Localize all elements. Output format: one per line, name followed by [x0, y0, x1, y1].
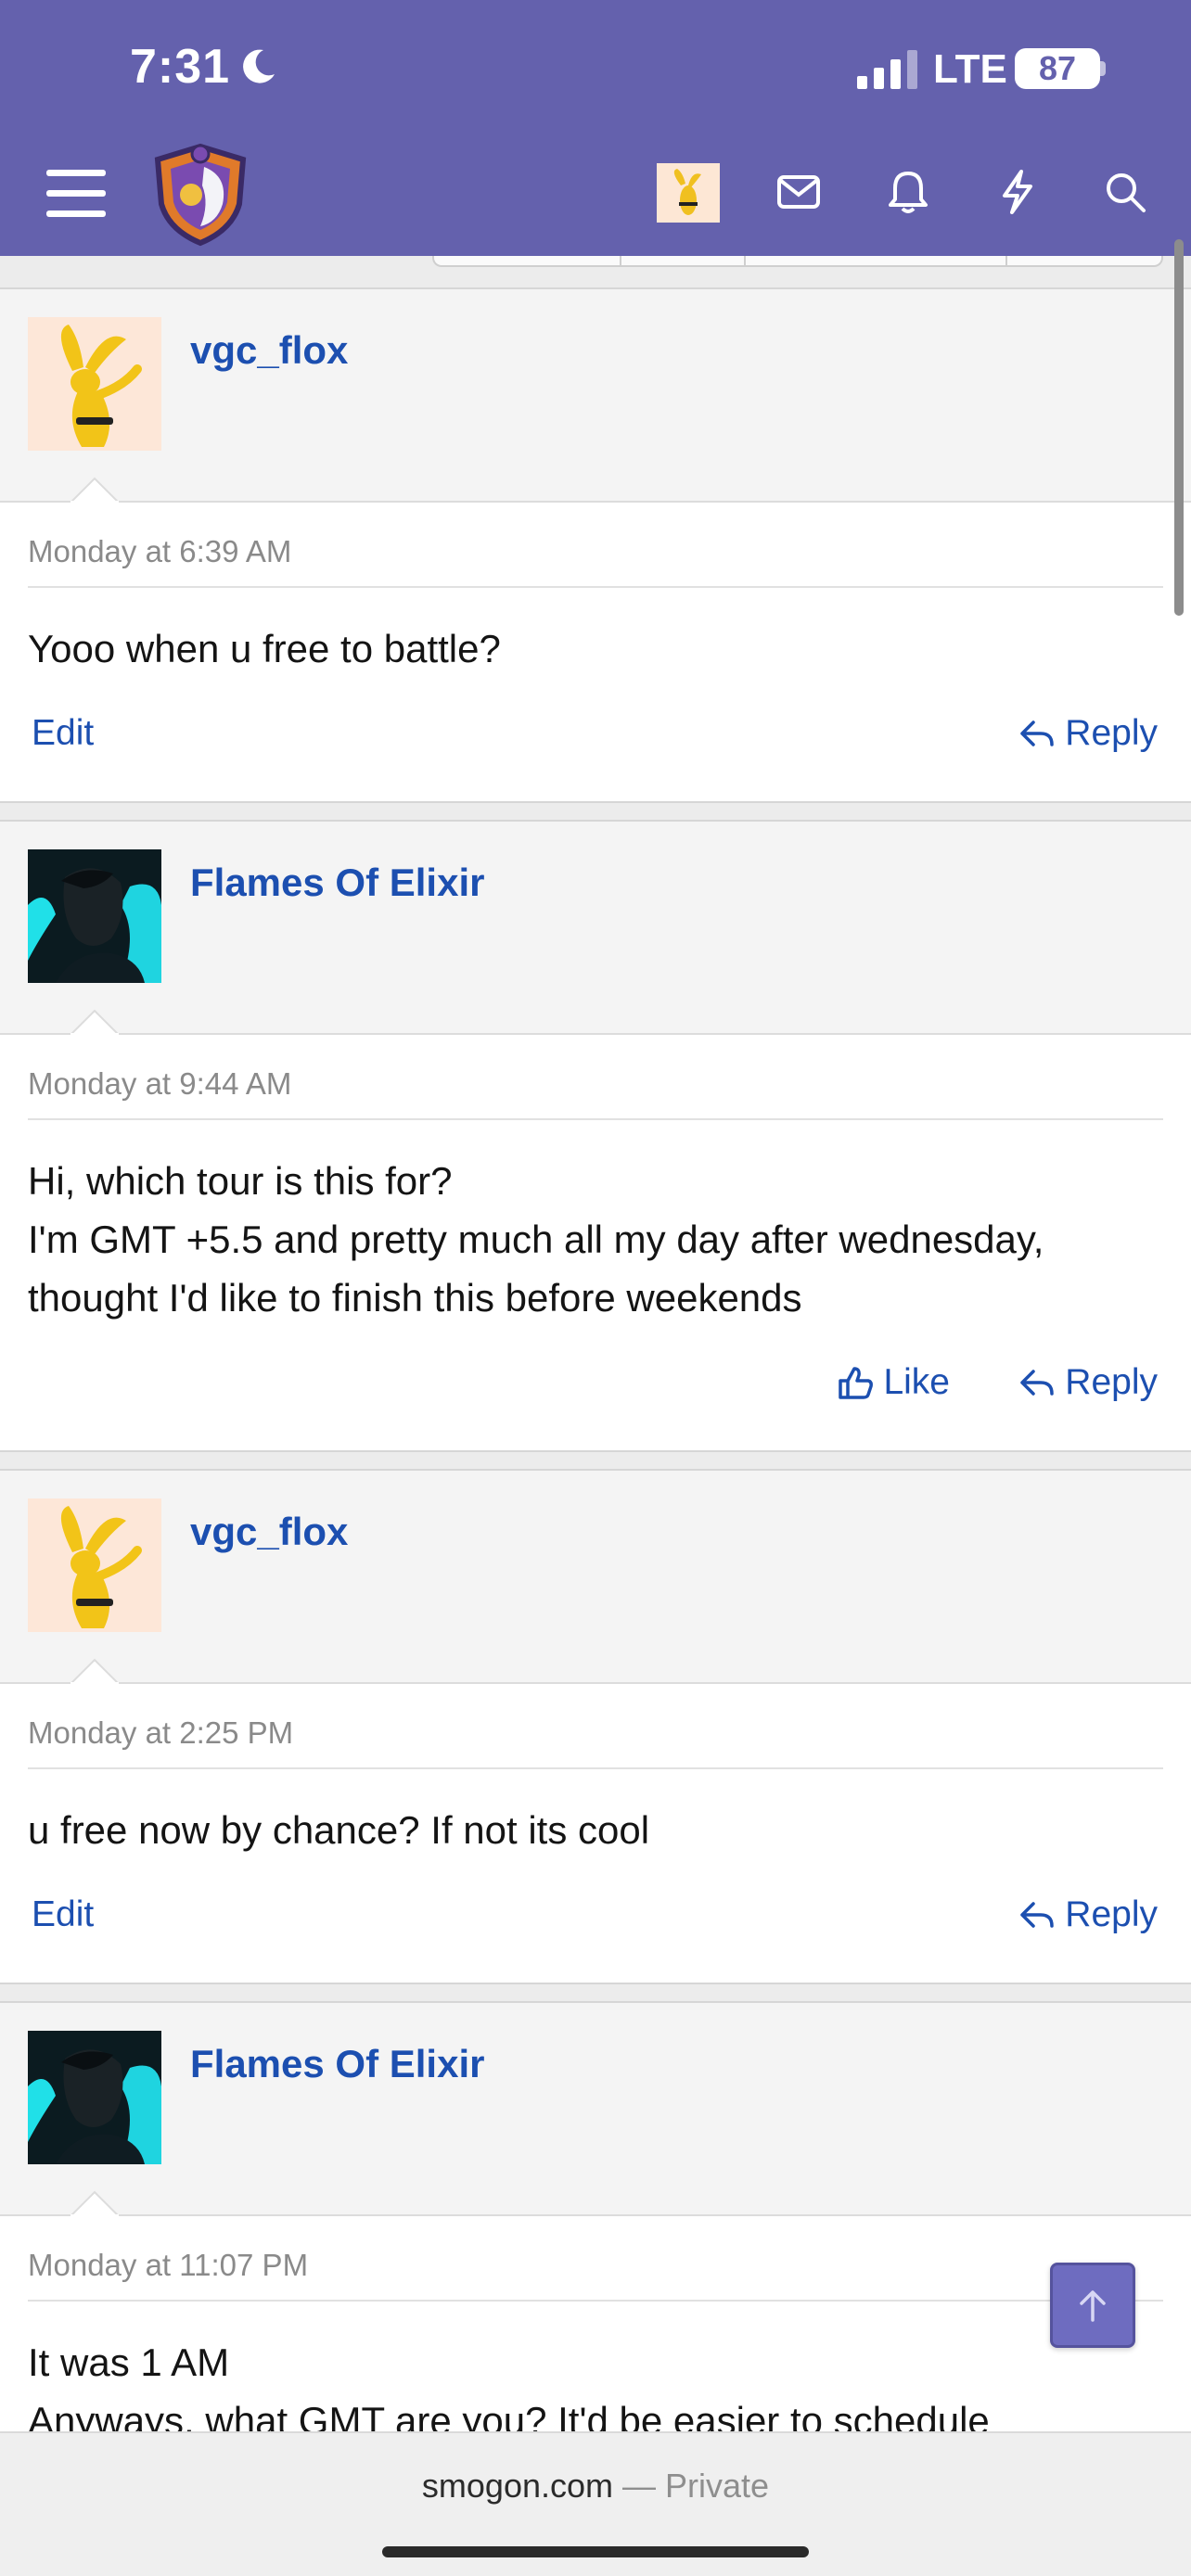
- avatar-bunny-icon: [60, 1506, 142, 1628]
- message-actions: Edit Reply: [28, 1859, 1163, 1980]
- edit-link[interactable]: Edit: [32, 1894, 94, 1935]
- username-link[interactable]: Flames Of Elixir: [190, 2042, 484, 2086]
- avatar-dark-icon: [28, 2031, 161, 2164]
- header-arrow: [70, 477, 119, 503]
- reply-icon: [1020, 1902, 1055, 1928]
- message-date[interactable]: Monday at 6:39 AM: [28, 503, 1163, 588]
- battery-nub: [1100, 61, 1106, 76]
- message-line: thought I'd like to finish this before w…: [28, 1276, 802, 1320]
- bolt-icon: [1003, 170, 1032, 214]
- alerts-button[interactable]: [877, 159, 939, 224]
- user-avatar-button[interactable]: [657, 163, 720, 223]
- avatar-dark-icon: [28, 849, 161, 983]
- reply-link[interactable]: Reply: [1018, 1362, 1158, 1403]
- message-date[interactable]: Monday at 9:44 AM: [28, 1035, 1163, 1120]
- user-avatar[interactable]: [28, 2031, 161, 2164]
- message-3: vgc_flox Monday at 2:25 PM u free now by…: [0, 1469, 1191, 1984]
- reply-label: Reply: [1065, 1362, 1158, 1402]
- moon-icon: [243, 49, 275, 83]
- message-actions: Like Reply: [28, 1327, 1163, 1447]
- message-date[interactable]: Monday at 2:25 PM: [28, 1684, 1163, 1769]
- reply-icon: [1020, 721, 1055, 746]
- reply-label: Reply: [1065, 713, 1158, 753]
- message-text: It was 1 AM Anyways, what GMT are you? I…: [28, 2302, 1163, 2450]
- hamburger-icon: [46, 170, 106, 217]
- message-header: vgc_flox: [0, 289, 1191, 503]
- like-link[interactable]: Like: [837, 1362, 950, 1403]
- username-link[interactable]: vgc_flox: [190, 1510, 348, 1554]
- message-text: Hi, which tour is this for? I'm GMT +5.5…: [28, 1120, 1163, 1327]
- message-body: Monday at 2:25 PM u free now by chance? …: [0, 1684, 1191, 1980]
- message-actions: Edit Reply: [28, 678, 1163, 798]
- username-link[interactable]: Flames Of Elixir: [190, 861, 484, 905]
- avatar-bunny-icon: [60, 325, 142, 447]
- message-line: I'm GMT +5.5 and pretty much all my day …: [28, 1218, 1044, 1261]
- header-arrow: [70, 2190, 119, 2216]
- envelope-icon: [777, 175, 820, 209]
- browser-bar[interactable]: smogon.com — Private: [0, 2431, 1191, 2576]
- message-header: Flames Of Elixir: [0, 2003, 1191, 2216]
- message-line: Hi, which tour is this for?: [28, 1159, 453, 1203]
- signal-icon: [857, 50, 917, 89]
- scroll-to-top-button[interactable]: [1050, 2263, 1135, 2348]
- like-label: Like: [883, 1362, 950, 1402]
- bell-icon: [889, 172, 928, 213]
- private-mode-label: Private: [665, 2467, 770, 2505]
- app-header: 7:31 LTE 87: [0, 0, 1191, 256]
- whats-new-button[interactable]: [987, 159, 1048, 224]
- user-avatar[interactable]: [28, 317, 161, 451]
- reply-icon: [1020, 1370, 1055, 1396]
- message-4: Flames Of Elixir Monday at 11:07 PM It w…: [0, 2001, 1191, 2483]
- url-field[interactable]: smogon.com — Private: [0, 2467, 1191, 2506]
- message-body: Monday at 11:07 PM It was 1 AM Anyways, …: [0, 2216, 1191, 2450]
- scrollbar[interactable]: [1174, 239, 1184, 616]
- reply-link[interactable]: Reply: [1018, 713, 1158, 754]
- message-2: Flames Of Elixir Monday at 9:44 AM Hi, w…: [0, 820, 1191, 1452]
- message-header: vgc_flox: [0, 1471, 1191, 1684]
- header-arrow: [70, 1658, 119, 1684]
- network-type: LTE: [933, 46, 1007, 92]
- user-avatar[interactable]: [28, 849, 161, 983]
- site-logo[interactable]: [148, 139, 252, 247]
- user-avatar[interactable]: [28, 1498, 161, 1632]
- message-date[interactable]: Monday at 11:07 PM: [28, 2216, 1163, 2302]
- menu-button[interactable]: [37, 158, 115, 228]
- search-icon: [1107, 173, 1146, 212]
- arrow-up-icon: [1080, 2290, 1106, 2322]
- message-line: Yooo when u free to battle?: [28, 627, 501, 670]
- search-button[interactable]: [1095, 159, 1156, 224]
- url-separator: —: [613, 2467, 666, 2505]
- message-line: u free now by chance? If not its cool: [28, 1808, 650, 1852]
- home-indicator[interactable]: [382, 2546, 809, 2557]
- header-arrow: [70, 1009, 119, 1035]
- domain-text: smogon.com: [421, 2467, 614, 2505]
- message-1: vgc_flox Monday at 6:39 AM Yooo when u f…: [0, 287, 1191, 803]
- message-text: u free now by chance? If not its cool: [28, 1769, 1163, 1859]
- message-line: It was 1 AM: [28, 2340, 230, 2384]
- thumbs-up-icon: [839, 1367, 874, 1399]
- avatar-icon: [673, 169, 701, 215]
- message-header: Flames Of Elixir: [0, 822, 1191, 1035]
- reply-link[interactable]: Reply: [1018, 1894, 1158, 1935]
- edit-link[interactable]: Edit: [32, 713, 94, 754]
- message-body: Monday at 9:44 AM Hi, which tour is this…: [0, 1035, 1191, 1447]
- inbox-button[interactable]: [768, 159, 829, 224]
- message-body: Monday at 6:39 AM Yooo when u free to ba…: [0, 503, 1191, 798]
- smogon-logo-icon: [154, 143, 247, 247]
- status-time: 7:31: [130, 40, 231, 94]
- message-text: Yooo when u free to battle?: [28, 588, 1163, 678]
- username-link[interactable]: vgc_flox: [190, 328, 348, 373]
- reply-label: Reply: [1065, 1894, 1158, 1934]
- battery-level: 87: [1015, 48, 1100, 89]
